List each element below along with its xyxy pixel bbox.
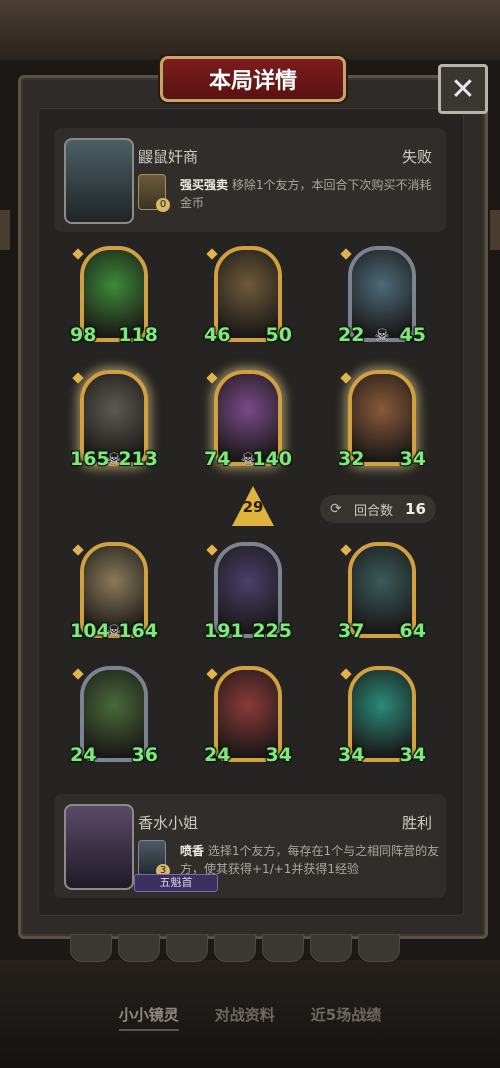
background-top [0, 0, 500, 60]
opponent-skill-name: 强买强卖 [180, 178, 229, 192]
player-info: 香水小姐 胜利 3 喷香 选择1个友方，每存在1个与之相同阵营的友方，使其获得+… [54, 794, 446, 898]
unit-slot [166, 934, 208, 962]
unit-attack: 34 [338, 744, 365, 766]
turns-label: 回合数 [354, 503, 394, 519]
unit-health: 34 [399, 448, 426, 470]
unit-attack: 32 [338, 448, 365, 470]
tab-battle-data[interactable]: 对战资料 [215, 1004, 275, 1031]
unit-attack: 74 [204, 448, 231, 470]
player-skill-desc: 选择1个友方，每存在1个与之相同阵营的友方，使其获得+1/+1并获得1经验 [180, 844, 440, 876]
unit-health: 64 [399, 620, 426, 642]
damage-arrow-badge: 29 [232, 486, 274, 530]
dialog-title: 本局详情 [160, 56, 346, 102]
unit-attack: 37 [338, 620, 365, 642]
unit-health: 118 [118, 324, 158, 346]
player-result: 胜利 [401, 814, 432, 832]
bottom-tabs: 小小镜灵 对战资料 近5场战绩 [0, 1004, 500, 1031]
unit-slot [70, 934, 112, 962]
close-button[interactable]: ✕ [438, 64, 488, 114]
unit-card[interactable]: 98 118 [70, 246, 158, 346]
unit-card[interactable]: 74 140 ☠ [204, 370, 292, 470]
skull-icon: ☠ [374, 326, 390, 346]
opponent-skill-text: 强买强卖 移除1个友方，本回合下次购买不消耗金币 [180, 176, 442, 212]
unit-health: 164 [118, 620, 158, 642]
skull-icon: ☠ [106, 450, 122, 470]
unit-attack: 22 [338, 324, 365, 346]
unit-attack: 46 [204, 324, 231, 346]
unit-health: 225 [252, 620, 292, 642]
opponent-skill-count: 0 [156, 198, 170, 212]
unit-card[interactable]: 34 34 [338, 666, 426, 766]
opponent-avatar[interactable] [64, 138, 134, 224]
unit-attack: 98 [70, 324, 97, 346]
unit-slot [214, 934, 256, 962]
unit-health: 213 [118, 448, 158, 470]
unit-card[interactable]: 22 45 ☠ [338, 246, 426, 346]
close-icon: ✕ [450, 71, 476, 107]
player-avatar[interactable] [64, 804, 134, 890]
unit-attack: 24 [204, 744, 231, 766]
skull-icon: ☠ [106, 622, 122, 642]
unit-card[interactable]: 165 213 ☠ [70, 370, 158, 470]
unit-card[interactable]: 46 50 [204, 246, 292, 346]
unit-slot [358, 934, 400, 962]
unit-attack: 24 [70, 744, 97, 766]
player-skill-name: 喷香 [180, 844, 205, 858]
unit-card[interactable]: 37 64 [338, 542, 426, 642]
opponent-info: 鼹鼠奸商 失败 0 强买强卖 移除1个友方，本回合下次购买不消耗金币 [54, 128, 446, 232]
opponent-name: 鼹鼠奸商 [138, 148, 199, 166]
unit-health: 45 [399, 324, 426, 346]
skull-icon: ☠ [240, 450, 256, 470]
opponent-result: 失败 [401, 148, 432, 166]
player-name: 香水小姐 [138, 814, 199, 832]
tab-recent-matches[interactable]: 近5场战绩 [311, 1004, 381, 1031]
unit-card[interactable]: 24 34 [204, 666, 292, 766]
unit-slot [118, 934, 160, 962]
unit-health: 140 [252, 448, 292, 470]
turns-value: 16 [405, 500, 426, 518]
unit-slot [262, 934, 304, 962]
unit-attack: 191 [204, 620, 244, 642]
unit-card[interactable]: 24 36 [70, 666, 158, 766]
rank-badge: 五魁首 [134, 874, 218, 892]
unit-slot [310, 934, 352, 962]
unit-health: 34 [265, 744, 292, 766]
turn-counter: ⟳ 回合数 16 [320, 495, 436, 523]
refresh-icon: ⟳ [330, 501, 342, 517]
unit-health: 34 [399, 744, 426, 766]
side-decoration [0, 210, 10, 250]
unit-card[interactable]: 191 225 [204, 542, 292, 642]
damage-value: 29 [242, 498, 264, 516]
tab-little-mirror-spirit[interactable]: 小小镜灵 [118, 1004, 179, 1031]
unit-card[interactable]: 32 34 [338, 370, 426, 470]
unit-strip [70, 934, 410, 962]
unit-card[interactable]: 104 164 ☠ [70, 542, 158, 642]
player-skill-text: 喷香 选择1个友方，每存在1个与之相同阵营的友方，使其获得+1/+1并获得1经验 [180, 842, 442, 878]
side-decoration [490, 210, 500, 250]
unit-health: 36 [131, 744, 158, 766]
unit-health: 50 [265, 324, 292, 346]
